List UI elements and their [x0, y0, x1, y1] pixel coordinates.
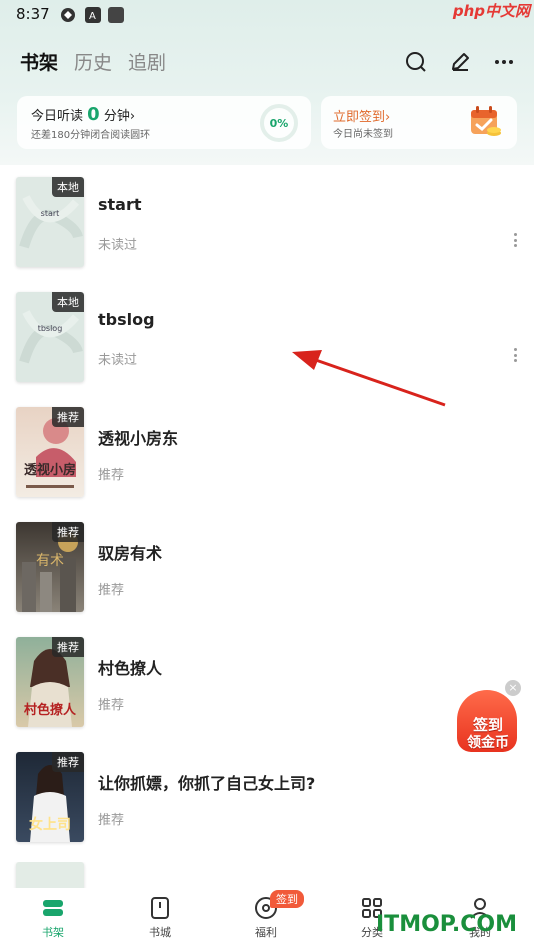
app-notification-icon: [60, 7, 76, 23]
nav-bookstore[interactable]: 书城: [120, 888, 200, 950]
nav-signin-badge: 签到: [270, 890, 304, 908]
tab-drama[interactable]: 追剧: [128, 48, 166, 75]
signin-subtitle: 今日尚未签到: [333, 129, 393, 140]
watermark-bottom: ITMOP.COM: [376, 912, 517, 937]
reading-ring: 0%: [260, 104, 298, 142]
more-menu-icon[interactable]: [492, 50, 516, 74]
close-icon[interactable]: ×: [505, 680, 521, 696]
signin-card[interactable]: 立即签到› 今日尚未签到: [321, 96, 517, 149]
chevron-right-icon: ›: [385, 110, 391, 125]
signin-label: 立即签到: [333, 110, 386, 125]
book-status: 未读过: [98, 238, 138, 253]
list-item[interactable]: [0, 862, 534, 888]
square-app-icon: [108, 7, 124, 23]
book-icon: [151, 897, 169, 919]
chevron-right-icon: ›: [129, 109, 136, 124]
font-app-icon: A: [85, 7, 101, 23]
nav-label: 福利: [255, 926, 277, 939]
status-time: 8:37: [16, 5, 50, 23]
recommend-badge: 推荐: [52, 752, 84, 772]
book-status: 推荐: [98, 698, 125, 713]
recommend-badge: 推荐: [52, 637, 84, 657]
calendar-coin-icon: [471, 106, 501, 136]
watermark-top: php中文网: [452, 2, 530, 20]
search-icon[interactable]: [404, 50, 428, 74]
listen-minutes: 0: [87, 104, 100, 125]
recommend-badge: 推荐: [52, 407, 84, 427]
book-cover: 村色撩人 推荐: [16, 637, 84, 727]
book-more-icon[interactable]: [511, 348, 519, 362]
bookshelf-icon: [43, 900, 63, 916]
shelf-tabs: 书架 历史 追剧: [20, 48, 166, 76]
book-more-icon[interactable]: [511, 233, 519, 247]
list-item[interactable]: start 本地 start 未读过: [0, 177, 534, 277]
cover-title: 女上司: [29, 817, 71, 833]
edit-icon[interactable]: [448, 50, 472, 74]
book-title: tbslog: [98, 310, 155, 329]
book-title: 透视小房东: [98, 429, 179, 448]
cover-title: tbslog: [37, 324, 63, 333]
book-status: 推荐: [98, 583, 125, 598]
nav-bookshelf[interactable]: 书架: [13, 888, 93, 950]
book-title: 驭房有术: [98, 544, 163, 563]
nav-label: 书城: [149, 926, 171, 939]
book-status: 推荐: [98, 813, 125, 828]
svg-text:A: A: [89, 11, 96, 22]
nav-label: 书架: [42, 926, 64, 939]
local-badge: 本地: [52, 292, 84, 312]
listen-suffix: 分钟: [103, 109, 130, 124]
book-cover: 透视小房 推荐: [16, 407, 84, 497]
floating-signin-button[interactable]: × 签到 领金币: [455, 680, 523, 756]
cover-title: 透视小房: [23, 463, 76, 478]
book-cover: start 本地: [16, 177, 84, 267]
book-cover: [16, 862, 84, 888]
tab-bookshelf[interactable]: 书架: [20, 48, 58, 75]
list-item[interactable]: 有术 推荐 驭房有术 推荐: [0, 522, 534, 622]
status-bar: 8:37 A php中文网: [0, 0, 534, 30]
ring-percent: 0%: [269, 116, 289, 130]
listen-subtitle: 还差180分钟闭合阅读圆环: [31, 130, 151, 141]
float-line2: 领金币: [467, 735, 509, 751]
cover-title: start: [40, 209, 60, 218]
cover-title: 村色撩人: [23, 703, 76, 718]
book-title: start: [98, 195, 142, 214]
local-badge: 本地: [52, 177, 84, 197]
book-title: 让你抓嫖，你抓了自己女上司?: [98, 774, 316, 793]
book-status: 推荐: [98, 468, 125, 483]
signin-title: 立即签到›: [333, 106, 390, 125]
book-cover: 女上司 推荐: [16, 752, 84, 842]
book-status: 未读过: [98, 353, 138, 368]
tab-history[interactable]: 历史: [74, 48, 112, 75]
list-item[interactable]: 村色撩人 推荐 村色撩人 推荐: [0, 637, 534, 737]
list-item[interactable]: 透视小房 推荐 透视小房东 推荐: [0, 407, 534, 507]
book-title: 村色撩人: [98, 659, 163, 678]
cover-title: 有术: [36, 553, 64, 569]
listen-progress-card[interactable]: 今日听读 0 分钟› 还差180分钟闭合阅读圆环 0%: [17, 96, 311, 149]
list-item[interactable]: 女上司 推荐 让你抓嫖，你抓了自己女上司? 推荐: [0, 752, 534, 852]
listen-title: 今日听读 0 分钟›: [31, 104, 135, 125]
listen-prefix: 今日听读: [31, 109, 84, 124]
recommend-badge: 推荐: [52, 522, 84, 542]
list-item[interactable]: tbslog 本地 tbslog 未读过: [0, 292, 534, 392]
book-cover: tbslog 本地: [16, 292, 84, 382]
book-cover: 有术 推荐: [16, 522, 84, 612]
